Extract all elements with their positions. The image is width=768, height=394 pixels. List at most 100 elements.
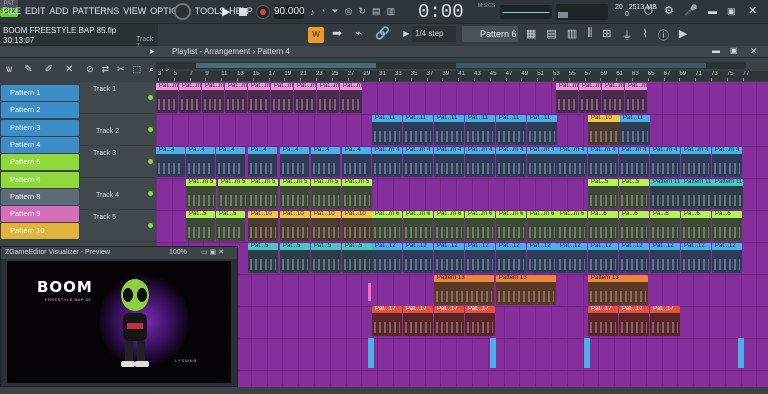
track-header[interactable]: Track 2 [80, 114, 156, 146]
track-mute-led[interactable] [148, 191, 153, 196]
brush-icon[interactable]: ✐ [45, 64, 53, 75]
pattern-clip[interactable]: Pat...12 [527, 243, 557, 273]
pattern-clip[interactable]: Pat...rn 9 [202, 83, 224, 113]
menu-tools[interactable]: TOOLS [195, 6, 225, 16]
pattern-clip[interactable]: Pat...17 [650, 306, 680, 336]
pattern-clip[interactable]: Pat...rn 4 [557, 147, 587, 177]
pattern-clip[interactable]: Pat...rn 4 [403, 147, 433, 177]
pattern-clip[interactable]: Pattern 13 [434, 275, 494, 305]
snap-selector[interactable]: 1/4 step [412, 26, 456, 42]
pattern-picker-item[interactable]: Pattern 3 [1, 119, 79, 136]
pattern-clip[interactable]: Pat...rn 4 [527, 147, 557, 177]
pattern-picker-item[interactable]: Pattern 6 [1, 171, 79, 188]
pattern-clip[interactable]: Pa...4 [216, 147, 245, 177]
pattern-clip[interactable]: Pat...10 [280, 211, 310, 241]
pattern-clip[interactable]: Pa...4 [342, 147, 371, 177]
pattern-clip[interactable]: Pat...12 [588, 243, 618, 273]
stop-icon[interactable] [239, 8, 247, 16]
pattern-clip[interactable]: Pat...rn 5 [280, 179, 310, 209]
menu-file[interactable]: FILE [2, 6, 21, 16]
pattern-clip[interactable]: Pat...rn 6 [557, 211, 587, 241]
pattern-clip[interactable]: Pat...12 [465, 243, 495, 273]
pattern-clip[interactable]: Pat...rn 5 [186, 179, 216, 209]
keyboard-icon[interactable]: ▥ [387, 6, 396, 18]
track-header[interactable]: Track 1 [80, 82, 156, 114]
pattern-clip[interactable]: Pat...rn 6 [465, 211, 495, 241]
track-header[interactable]: Track 4 [80, 178, 156, 210]
pattern-clip[interactable]: Pat...5 [342, 243, 372, 273]
plugin-icon[interactable]: ⏚ [622, 27, 633, 43]
pattern-clip[interactable]: Pat...rn 4 [434, 147, 464, 177]
pattern-clip[interactable]: Pat...11 [372, 115, 402, 145]
pattern-clip[interactable]: Pat...17 [403, 306, 433, 336]
pattern-clip[interactable]: Pat...5 [216, 211, 245, 241]
pattern-clip[interactable]: Pat...17 [465, 306, 495, 336]
piano-roll-icon[interactable]: ▤ [546, 27, 556, 43]
pattern-clip[interactable]: Pat...11 [527, 115, 557, 145]
loop-record-icon[interactable]: ↻ [359, 6, 367, 18]
pattern-picker-item[interactable]: Pattern 5 [1, 154, 79, 171]
pattern-clip[interactable]: Pat...rn 9 [271, 83, 293, 113]
pattern-clip[interactable]: Pat...rn 4 [681, 147, 711, 177]
pattern-clip[interactable]: Pat...17 [619, 306, 649, 336]
mic-icon[interactable]: 🎤 [684, 4, 698, 18]
pattern-clip[interactable]: Pat...5 [248, 243, 278, 273]
mute-icon[interactable]: ⊘ [86, 64, 94, 75]
pattern-clip[interactable]: Pat...rn 4 [465, 147, 495, 177]
pattern-clip[interactable]: Pat...rn 6 [434, 211, 464, 241]
track-mute-led[interactable] [148, 159, 153, 164]
play-head-icon[interactable]: ▸ [403, 26, 409, 40]
wait-icon[interactable]: ◔ [320, 6, 325, 18]
pattern-clip[interactable]: Pat...5 [280, 243, 310, 273]
track-mute-led[interactable] [148, 127, 153, 132]
channel-rack-icon[interactable]: ▥ [567, 27, 577, 43]
pattern-clip[interactable]: Pa...6 [588, 211, 618, 241]
minimize-icon[interactable]: ▬ [708, 4, 717, 18]
record-icon[interactable] [260, 9, 266, 15]
menu-edit[interactable]: EDIT [25, 6, 46, 16]
pattern-clip[interactable]: Pa...6 [681, 211, 711, 241]
step-edit-icon[interactable]: ▤ [372, 6, 381, 18]
pattern-clip[interactable]: Pat...rn 9 [340, 83, 362, 113]
pattern-clip[interactable]: Pat...10 [342, 211, 372, 241]
pattern-clip[interactable]: Pat...rn 4 [496, 147, 526, 177]
pattern-clip[interactable]: Pat...11 [434, 115, 464, 145]
pattern-clip[interactable]: Pat...12 [681, 243, 711, 273]
menu-add[interactable]: ADD [50, 6, 69, 16]
menu-patterns[interactable]: PATTERNS [73, 6, 120, 16]
pattern-clip[interactable]: Pat...rn 9 [225, 83, 247, 113]
pattern-clip[interactable]: Pat...rn 9 [317, 83, 339, 113]
close-icon[interactable]: ✕ [750, 44, 758, 58]
slice-icon[interactable]: ✂ [117, 64, 125, 75]
pattern-clip[interactable]: Pat...5 [311, 243, 341, 273]
menu-view[interactable]: VIEW [123, 6, 146, 16]
pattern-clip[interactable]: Pa...4 [248, 147, 277, 177]
pattern-clip[interactable]: Pa...6 [712, 211, 742, 241]
select-icon[interactable]: ⬚ [133, 64, 142, 75]
pattern-clip[interactable]: Pat...rn 4 [619, 147, 649, 177]
track-mute-led[interactable] [148, 223, 153, 228]
pattern-picker-item[interactable]: Pattern 8 [1, 188, 79, 205]
pattern-clip[interactable]: Pat...rn 6 [403, 211, 433, 241]
pattern-clip[interactable]: Pa...6 [650, 211, 680, 241]
pattern-clip[interactable]: Pat...rn 6 [527, 211, 557, 241]
pattern-clip[interactable]: Pat...rn 6 [372, 211, 402, 241]
pattern-picker-item[interactable]: Pattern 2 [1, 102, 79, 119]
pattern-clip[interactable]: Pat...17 [372, 306, 402, 336]
blend-icon[interactable]: ◎ [345, 6, 353, 18]
tempo-display[interactable]: 90.000 [274, 5, 305, 19]
pattern-clip[interactable]: Pat...rn 4 [650, 147, 680, 177]
pattern-clip[interactable]: Pat...rn 6 [496, 211, 526, 241]
power-icon[interactable]: ⏻ [644, 4, 653, 18]
playlist-grid[interactable]: Pat...rn 9Pat...rn 9Pat...rn 9Pat...rn 9… [156, 82, 768, 387]
pattern-picker-item[interactable]: Pattern 10 [1, 223, 79, 240]
pattern-clip[interactable]: Pattern 11 [712, 179, 743, 209]
pattern-clip[interactable]: Pat...12 [619, 243, 649, 273]
pattern-clip[interactable]: Pat...rn 5 [342, 179, 372, 209]
pencil-icon[interactable]: ✎ [24, 64, 32, 75]
pattern-clip[interactable]: Pat...rn 4 [588, 147, 618, 177]
pattern-clip[interactable]: Pat...12 [434, 243, 464, 273]
audio-clip[interactable] [490, 338, 496, 368]
metronome-icon[interactable]: ♪ [310, 5, 315, 19]
pattern-clip[interactable]: Pat...rn 9 [156, 83, 178, 113]
